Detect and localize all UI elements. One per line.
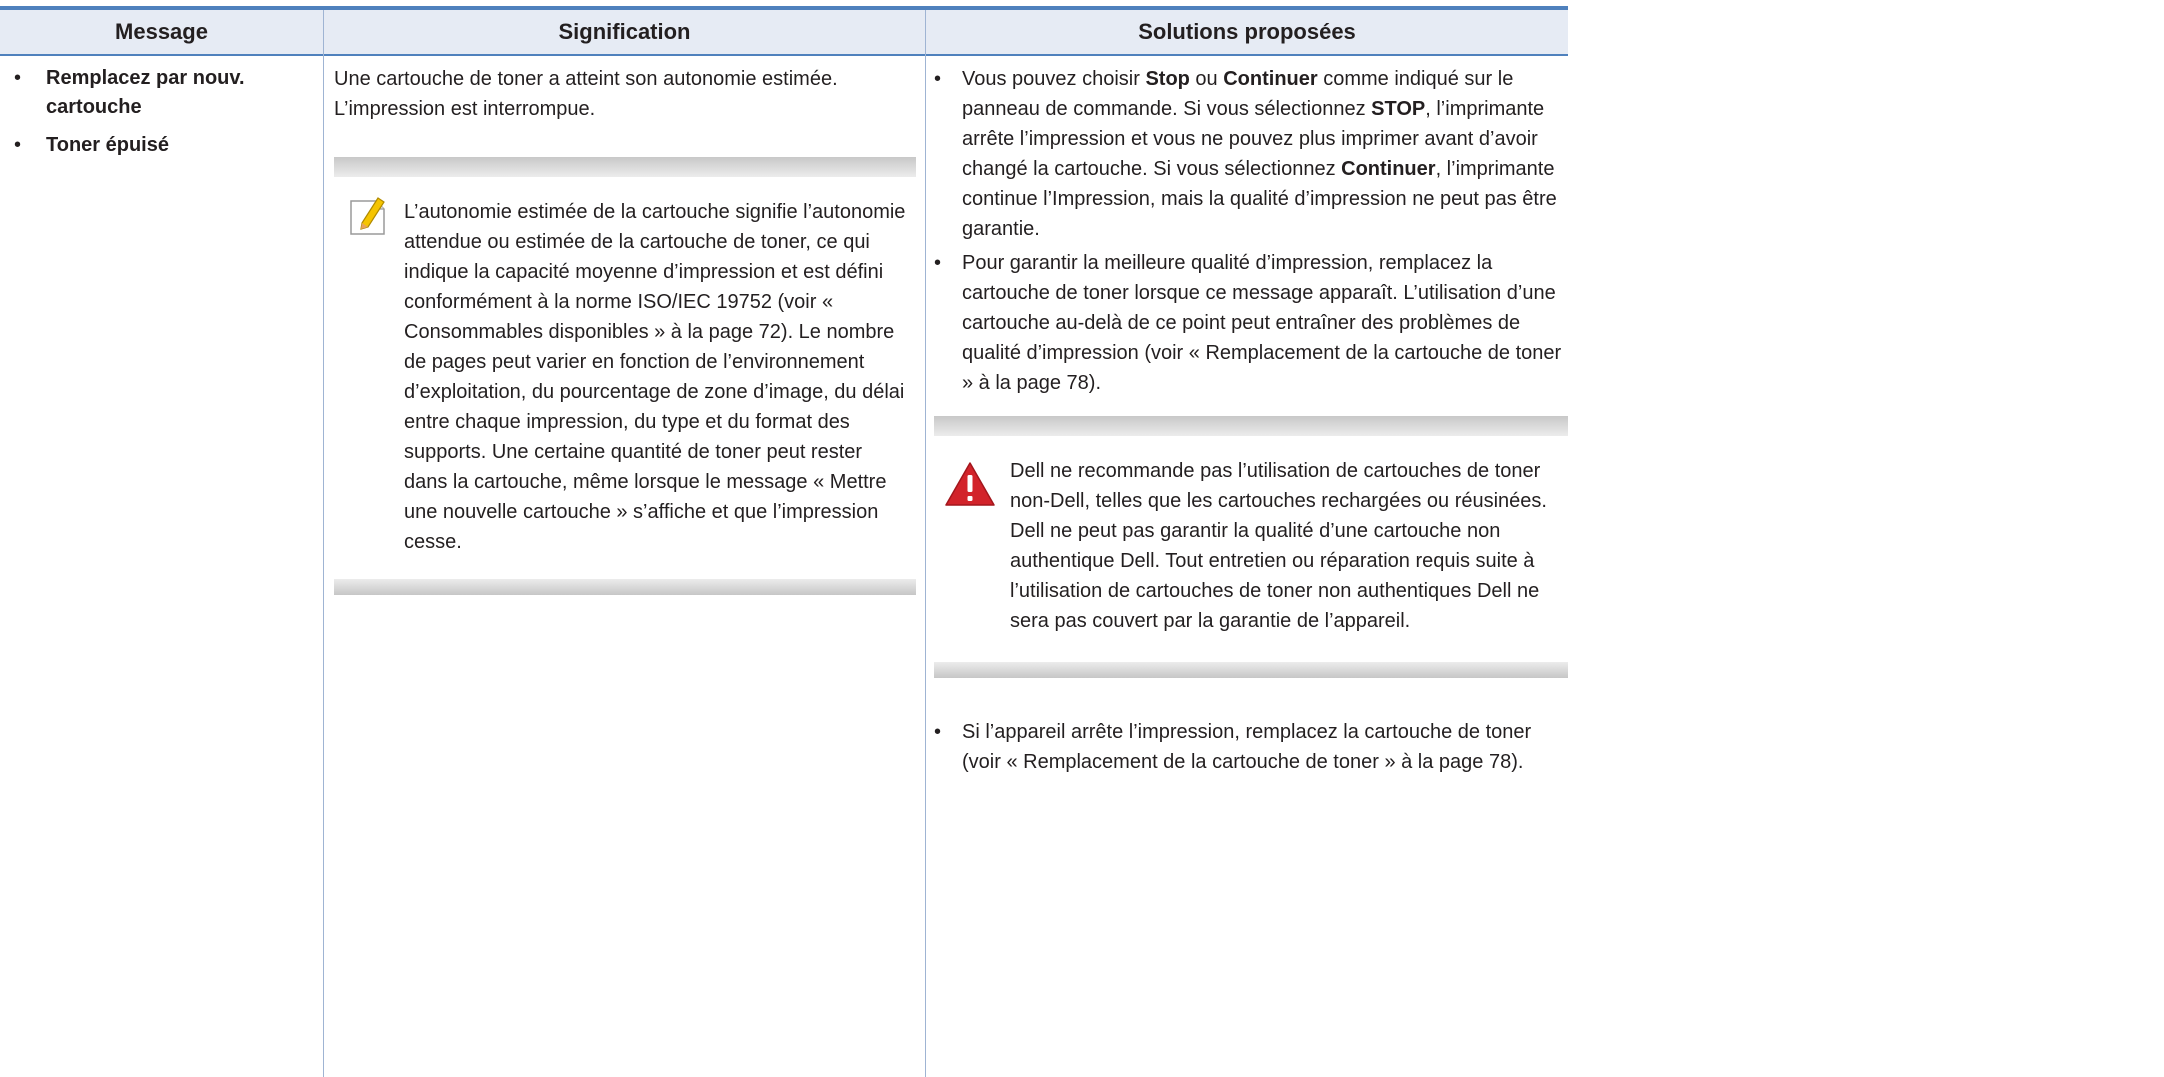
- message-item: • Toner épuisé: [14, 131, 314, 160]
- solutions-cell: • Vous pouvez choisir Stop ou Continuer …: [934, 64, 1564, 402]
- warning-text: Dell ne recommande pas l’utilisation de …: [1010, 460, 1547, 632]
- warning-bottom-bar: [934, 662, 1568, 678]
- bullet: •: [934, 721, 942, 743]
- note-pencil-icon: [350, 197, 385, 235]
- bullet: •: [14, 134, 22, 156]
- solution-text: Si l’appareil arrête l’impression, rempl…: [962, 721, 1532, 773]
- bullet: •: [14, 67, 22, 89]
- warning-body: Dell ne recommande pas l’utilisation de …: [934, 436, 1568, 662]
- solution-text: Pour garantir la meilleure qualité d’imp…: [962, 252, 1562, 394]
- signification-text: Une cartouche de toner a atteint son aut…: [334, 68, 838, 120]
- solution-bold: Continuer: [1341, 158, 1436, 180]
- solution-item: • Pour garantir la meilleure qualité d’i…: [934, 248, 1564, 398]
- header-bottom-rule: [0, 54, 1568, 56]
- message-text: Remplacez par nouv. cartouche: [46, 67, 245, 118]
- header-message: Message: [115, 19, 208, 44]
- note-top-bar: [334, 157, 916, 177]
- solution-item: • Si l’appareil arrête l’impression, rem…: [934, 717, 1564, 777]
- solution-text: ou: [1189, 68, 1224, 90]
- warning-top-bar: [934, 416, 1568, 436]
- message-cell: • Remplacez par nouv. cartouche • Toner …: [14, 64, 314, 169]
- solutions-cell-continued: • Si l’appareil arrête l’impression, rem…: [934, 717, 1564, 777]
- note-bottom-bar: [334, 579, 916, 595]
- warning-box: Dell ne recommande pas l’utilisation de …: [934, 416, 1568, 678]
- solution-item: • Vous pouvez choisir Stop ou Continuer …: [934, 64, 1564, 244]
- solution-bold: STOP: [1371, 98, 1426, 120]
- signification-cell: Une cartouche de toner a atteint son aut…: [334, 64, 916, 124]
- troubleshooting-table: Message Signification Solutions proposée…: [0, 0, 2164, 1077]
- solution-bold: Stop: [1145, 68, 1190, 90]
- message-text: Toner épuisé: [46, 134, 169, 156]
- header-signification: Signification: [558, 19, 691, 44]
- note-box: L’autonomie estimée de la cartouche sign…: [334, 157, 916, 595]
- header-solutions: Solutions proposées: [1138, 19, 1356, 44]
- column-divider: [925, 10, 926, 1077]
- solution-bold: Continuer: [1223, 68, 1318, 90]
- note-text: L’autonomie estimée de la cartouche sign…: [404, 201, 906, 553]
- warning-icon: [945, 462, 995, 506]
- solution-text: Vous pouvez choisir: [962, 68, 1146, 90]
- bullet: •: [934, 252, 942, 274]
- column-divider: [323, 10, 324, 1077]
- note-body: L’autonomie estimée de la cartouche sign…: [334, 177, 916, 579]
- message-item: • Remplacez par nouv. cartouche: [14, 64, 314, 122]
- bullet: •: [934, 68, 942, 90]
